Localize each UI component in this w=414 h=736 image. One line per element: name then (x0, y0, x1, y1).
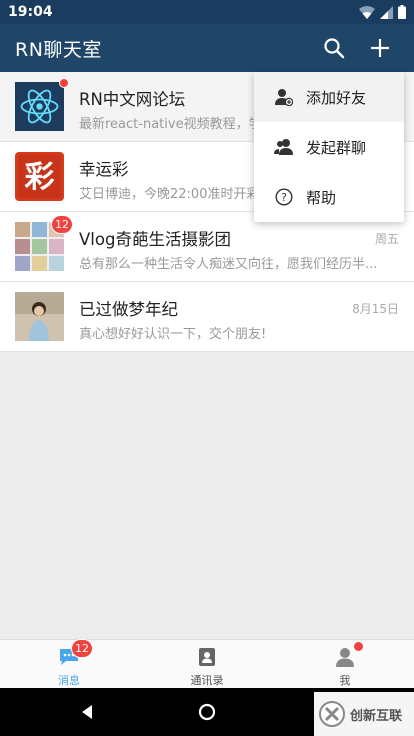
home-button[interactable] (147, 703, 267, 721)
chat-preview: 真心想好好认识一下，交个朋友! (79, 327, 267, 342)
menu-item-label: 发起群聊 (306, 138, 367, 157)
back-triangle-icon (82, 705, 92, 719)
group-chat-icon (274, 137, 294, 157)
lottery-logo-avatar: 彩 (15, 152, 64, 201)
add-friend-icon (274, 87, 294, 107)
watermark-text: 创新互联 (350, 708, 403, 724)
watermark-logo-icon (319, 701, 345, 727)
menu-item-help[interactable]: ? 帮助 (254, 172, 404, 222)
bottom-tab-bar: 12 消息 通讯录 我 (0, 639, 414, 688)
add-button[interactable] (360, 28, 400, 68)
avatar-wrap: 12 (15, 215, 73, 271)
menu-item-label: 帮助 (306, 188, 337, 207)
chat-title: 已过做梦年纪 (79, 300, 178, 319)
chat-item-vlog-group[interactable]: 12 Vlog奇葩生活摄影团 周五 总有那么一种生活令人痴迷又向往，愿我们经历半… (0, 212, 414, 282)
menu-item-label: 添加好友 (306, 88, 367, 107)
svg-text:彩: 彩 (25, 160, 55, 195)
svg-text:?: ? (281, 191, 287, 204)
chat-time: 8月15日 (352, 302, 399, 316)
plus-icon (371, 39, 389, 57)
status-time: 19:04 (8, 4, 53, 20)
chat-title: Vlog奇葩生活摄影团 (79, 230, 231, 249)
back-button[interactable] (27, 704, 147, 720)
page-title: RN聊天室 (15, 38, 102, 61)
tab-label: 消息 (58, 674, 80, 687)
add-dropdown-menu: 添加好友 发起群聊 ? 帮助 (254, 72, 404, 222)
battery-icon (398, 5, 406, 19)
tab-label: 通讯录 (190, 674, 224, 687)
chat-item-dream-age[interactable]: 已过做梦年纪 8月15日 真心想好好认识一下，交个朋友! (0, 282, 414, 352)
wifi-icon (359, 5, 375, 19)
chat-preview: 总有那么一种生活令人痴迷又向往，愿我们经历半... (79, 257, 378, 272)
message-count-badge: 12 (71, 639, 93, 658)
chat-time: 周五 (374, 232, 399, 246)
search-button[interactable] (314, 28, 354, 68)
contacts-icon (199, 647, 215, 666)
tab-icon-wrap (333, 642, 363, 668)
status-bar: 19:04 (0, 0, 414, 24)
chat-title: 幸运彩 (79, 160, 129, 179)
unread-count-badge: 12 (51, 215, 73, 234)
person-icon (336, 647, 354, 667)
app-header: RN聊天室 (0, 24, 414, 72)
home-circle-icon (198, 703, 216, 721)
tab-messages[interactable]: 12 消息 (0, 639, 138, 688)
avatar-wrap (15, 78, 69, 131)
tab-icon-wrap: 12 (57, 639, 93, 668)
watermark: 创新互联 (314, 692, 414, 736)
menu-item-group-chat[interactable]: 发起群聊 (254, 122, 404, 172)
unread-dot (354, 642, 363, 651)
avatar-wrap (15, 292, 64, 341)
help-icon: ? (274, 187, 294, 207)
signal-icon (380, 5, 393, 19)
user-photo-avatar (15, 292, 64, 341)
tab-contacts[interactable]: 通讯录 (138, 640, 276, 688)
tab-me[interactable]: 我 (276, 640, 414, 688)
tab-label: 我 (339, 674, 351, 687)
chat-title: RN中文网论坛 (79, 90, 186, 109)
tab-icon-wrap (195, 645, 219, 668)
avatar-wrap: 彩 (15, 152, 64, 201)
menu-item-add-friend[interactable]: 添加好友 (254, 72, 404, 122)
react-logo-avatar (15, 82, 64, 131)
search-icon (324, 38, 345, 59)
status-icons (359, 5, 406, 19)
unread-dot (59, 78, 69, 88)
